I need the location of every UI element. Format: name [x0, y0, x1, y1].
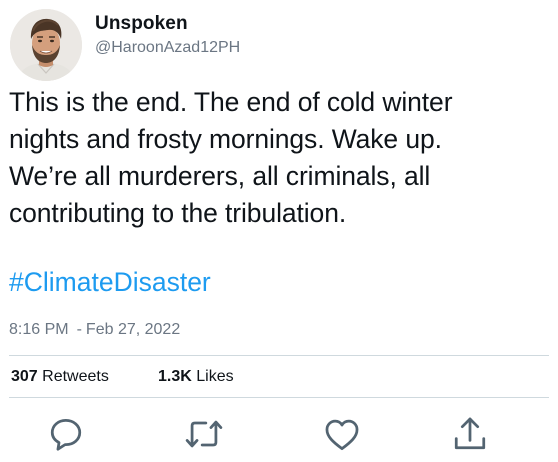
user-handle[interactable]: @HaroonAzad12PH	[95, 39, 240, 57]
tweet-text-line: We’re all murderers, all criminals, all	[9, 161, 431, 191]
tweet-card: Unspoken @HaroonAzad12PH This is the end…	[0, 0, 558, 462]
avatar[interactable]	[10, 9, 82, 81]
reply-button[interactable]	[42, 410, 90, 458]
heart-icon	[325, 419, 359, 451]
tweet-date: Feb 27, 2022	[85, 321, 181, 338]
timestamp[interactable]: 8:16 PM - Feb 27, 2022	[9, 321, 180, 339]
tweet-text: This is the end. The end of cold winter …	[9, 84, 554, 232]
speech-bubble-icon	[50, 419, 82, 451]
like-button[interactable]	[318, 410, 366, 458]
share-button[interactable]	[446, 410, 494, 458]
upload-share-icon	[454, 417, 486, 450]
tweet-text-line: This is the end. The end of cold winter	[9, 87, 453, 117]
tweet-text-line: nights and frosty mornings. Wake up.	[9, 124, 442, 154]
divider	[9, 397, 549, 398]
retweets-stat[interactable]: 307 Retweets	[11, 368, 109, 386]
likes-label: Likes	[196, 368, 234, 385]
profile-photo-icon	[10, 9, 82, 81]
action-bar	[0, 410, 558, 458]
retweets-count: 307	[11, 368, 38, 385]
tweet-time: 8:16 PM	[9, 321, 69, 338]
hashtag-link[interactable]: #ClimateDisaster	[9, 264, 211, 301]
retweet-button[interactable]	[180, 410, 228, 458]
timestamp-separator: -	[76, 321, 82, 338]
retweets-label: Retweets	[42, 368, 109, 385]
display-name[interactable]: Unspoken	[95, 13, 188, 35]
tweet-text-line: contributing to the tribulation.	[9, 198, 347, 228]
likes-count: 1.3K	[158, 368, 192, 385]
divider	[9, 355, 549, 356]
likes-stat[interactable]: 1.3K Likes	[158, 368, 234, 386]
retweet-arrows-icon	[185, 420, 223, 448]
